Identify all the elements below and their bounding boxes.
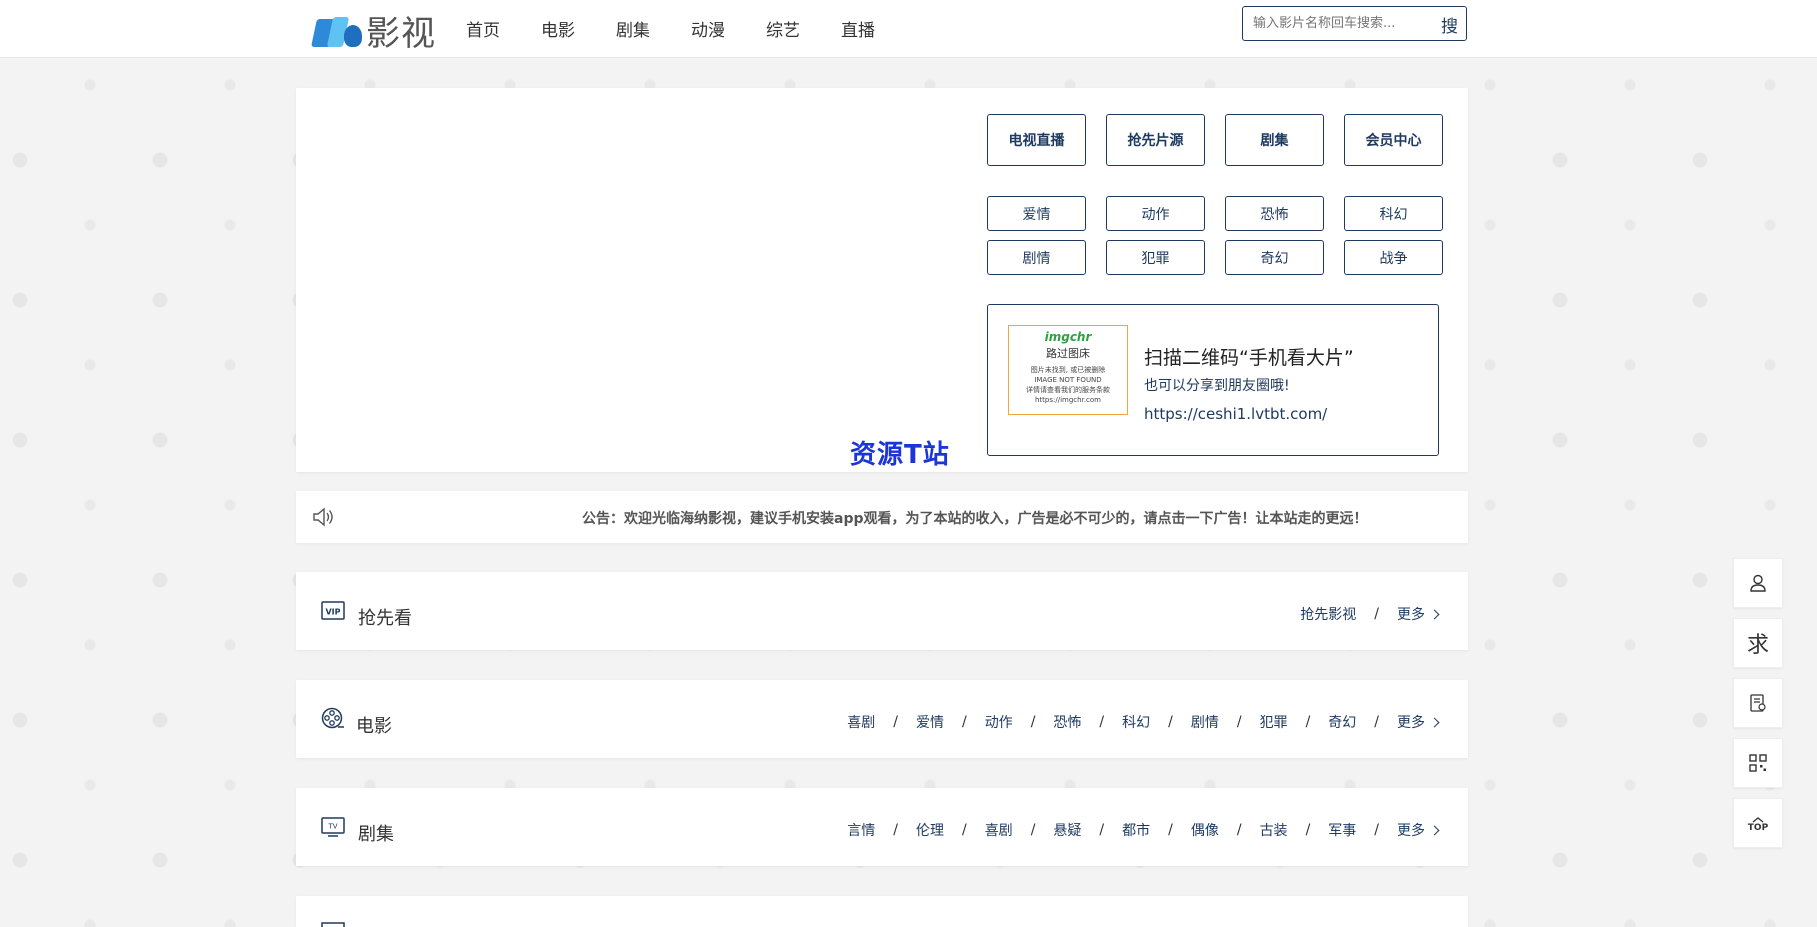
- genre-crime-button[interactable]: 犯罪: [1106, 240, 1205, 275]
- section-link[interactable]: 爱情: [916, 712, 944, 732]
- film-reel-icon: [321, 707, 344, 729]
- more-link[interactable]: 更多: [1397, 820, 1440, 840]
- request-label: 求: [1746, 633, 1769, 658]
- qr-code-panel: imgchr 路过图床 图片未找到, 或已被删除 IMAGE NOT FOUND…: [987, 304, 1439, 456]
- site-logo[interactable]: 影视: [311, 10, 436, 54]
- floating-sidebar: 求 TOP: [1733, 558, 1783, 858]
- section-link[interactable]: 军事: [1328, 820, 1356, 840]
- nav-movie[interactable]: 电影: [541, 16, 575, 41]
- qr-img-line2: IMAGE NOT FOUND: [1034, 376, 1102, 384]
- qrcode-button[interactable]: [1733, 738, 1783, 788]
- chevron-right-icon: [1429, 609, 1440, 619]
- section-link[interactable]: 奇幻: [1328, 712, 1356, 732]
- genre-scifi-button[interactable]: 科幻: [1344, 196, 1443, 231]
- notice-text: 公告：欢迎光临海纳影视，建议手机安装app观看，为了本站的收入，广告是必不可少的…: [582, 511, 1368, 527]
- early-release-button[interactable]: 抢先片源: [1106, 114, 1205, 166]
- logo-text: 影视: [366, 13, 436, 54]
- qr-img-line4: https://imgchr.com: [1035, 396, 1101, 404]
- request-button[interactable]: 求: [1733, 618, 1783, 668]
- speaker-icon: [313, 507, 333, 527]
- header: 影视 首页 电影 剧集 动漫 综艺 直播 搜: [0, 0, 1817, 58]
- section-title: 剧集: [358, 824, 394, 845]
- section-link[interactable]: 古装: [1260, 820, 1288, 840]
- qr-img-title: 路过图床: [1046, 347, 1090, 360]
- tv-icon: TV: [321, 817, 345, 837]
- section-next: [296, 896, 1468, 927]
- user-button[interactable]: [1733, 558, 1783, 608]
- section-link[interactable]: 犯罪: [1260, 712, 1288, 732]
- svg-text:VIP: VIP: [325, 608, 340, 617]
- section-link[interactable]: 偶像: [1191, 820, 1219, 840]
- member-center-button[interactable]: 会员中心: [1344, 114, 1443, 166]
- hero-panel: 资源T站 电视直播 抢先片源 剧集 会员中心 爱情 动作 恐怖 科幻 剧情 犯罪…: [296, 88, 1468, 472]
- logo-mark-icon: [311, 11, 364, 49]
- section-title: 电影: [356, 716, 392, 737]
- section-link[interactable]: 科幻: [1122, 712, 1150, 732]
- section-link[interactable]: 剧情: [1191, 712, 1219, 732]
- search-box: 搜: [1242, 6, 1467, 41]
- qr-subtitle: 也可以分享到朋友圈哦!: [1144, 378, 1290, 394]
- qr-url[interactable]: https://ceshi1.lvtbt.com/: [1144, 405, 1327, 423]
- section-movie: 电影 喜剧 / 爱情 / 动作 / 恐怖 / 科幻 / 剧情 / 犯罪 / 奇幻 / 更多: [296, 680, 1468, 758]
- back-to-top-button[interactable]: TOP: [1733, 798, 1783, 848]
- top-label: TOP: [1747, 823, 1769, 833]
- watermark-text: 资源T站: [850, 440, 950, 470]
- vip-icon: VIP: [321, 601, 345, 620]
- chevron-right-icon: [1429, 825, 1440, 835]
- section-links: 言情 / 伦理 / 喜剧 / 悬疑 / 都市 / 偶像 / 古装 / 军事 / 更多: [847, 820, 1440, 840]
- chevron-right-icon: [1429, 717, 1440, 727]
- section-link[interactable]: 喜剧: [847, 712, 875, 732]
- section-links: 喜剧 / 爱情 / 动作 / 恐怖 / 科幻 / 剧情 / 犯罪 / 奇幻 / 更多: [847, 712, 1440, 732]
- search-input[interactable]: [1243, 8, 1423, 39]
- main-nav: 首页 电影 剧集 动漫 综艺 直播: [466, 16, 916, 41]
- section-early: VIP 抢先看 抢先影视 / 更多: [296, 572, 1468, 650]
- section-link[interactable]: 动作: [985, 712, 1013, 732]
- section-link[interactable]: 都市: [1122, 820, 1150, 840]
- genre-romance-button[interactable]: 爱情: [987, 196, 1086, 231]
- qr-img-brand: imgchr: [1044, 330, 1092, 344]
- nav-home[interactable]: 首页: [466, 16, 500, 41]
- section-link[interactable]: 抢先影视: [1300, 604, 1356, 624]
- genre-horror-button[interactable]: 恐怖: [1225, 196, 1324, 231]
- notice-bar: 公告：欢迎光临海纳影视，建议手机安装app观看，为了本站的收入，广告是必不可少的…: [296, 491, 1468, 543]
- nav-live[interactable]: 直播: [841, 16, 875, 41]
- feedback-button[interactable]: [1733, 678, 1783, 728]
- qr-img-line3: 详情请查看我们的服务条款: [1026, 386, 1110, 394]
- more-link[interactable]: 更多: [1397, 604, 1440, 624]
- genre-drama-button[interactable]: 剧情: [987, 240, 1086, 275]
- nav-series[interactable]: 剧集: [616, 16, 650, 41]
- user-icon: [1750, 574, 1766, 592]
- search-button[interactable]: 搜: [1441, 12, 1458, 37]
- tv-live-button[interactable]: 电视直播: [987, 114, 1086, 166]
- section-link[interactable]: 伦理: [916, 820, 944, 840]
- genre-war-button[interactable]: 战争: [1344, 240, 1443, 275]
- nav-variety[interactable]: 综艺: [766, 16, 800, 41]
- qrcode-icon: [1749, 754, 1767, 772]
- qr-title: 扫描二维码“手机看大片”: [1144, 347, 1354, 369]
- section-icon: [321, 922, 345, 927]
- feedback-icon: [1750, 694, 1766, 712]
- section-link[interactable]: 喜剧: [985, 820, 1013, 840]
- section-link[interactable]: 言情: [847, 820, 875, 840]
- genre-fantasy-button[interactable]: 奇幻: [1225, 240, 1324, 275]
- more-link[interactable]: 更多: [1397, 712, 1440, 732]
- genre-action-button[interactable]: 动作: [1106, 196, 1205, 231]
- section-title: 抢先看: [358, 608, 412, 629]
- section-link[interactable]: 悬疑: [1053, 820, 1081, 840]
- qr-code-image: imgchr 路过图床 图片未找到, 或已被删除 IMAGE NOT FOUND…: [1008, 325, 1128, 415]
- section-link[interactable]: 恐怖: [1053, 712, 1081, 732]
- series-button[interactable]: 剧集: [1225, 114, 1324, 166]
- svg-text:TV: TV: [327, 823, 337, 831]
- nav-anime[interactable]: 动漫: [691, 16, 725, 41]
- qr-img-line1: 图片未找到, 或已被删除: [1030, 366, 1106, 374]
- section-series: TV 剧集 言情 / 伦理 / 喜剧 / 悬疑 / 都市 / 偶像 / 古装 / 军事 / 更多: [296, 788, 1468, 866]
- section-links: 抢先影视 / 更多: [1300, 604, 1440, 624]
